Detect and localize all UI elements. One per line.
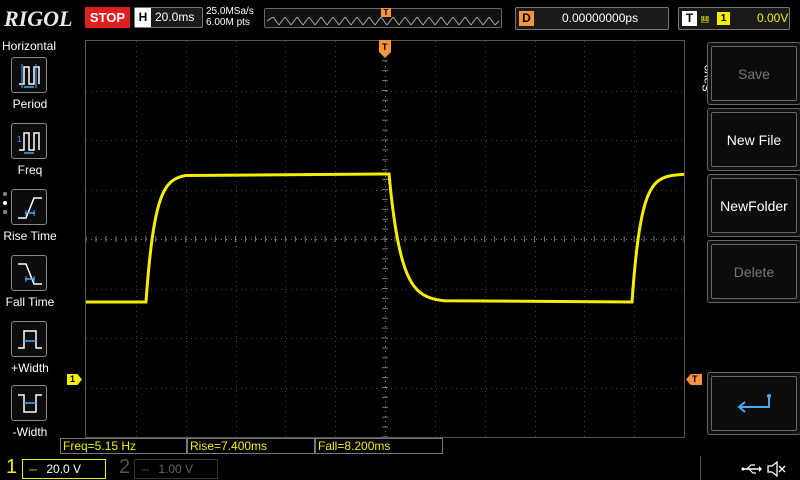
memory-waveform-preview — [267, 17, 499, 25]
measurement-freq[interactable]: Freq=5.15 Hz — [60, 438, 187, 454]
trigger-source: 1 — [717, 12, 730, 25]
sample-rate: 25.0MSa/s — [206, 6, 254, 17]
menu-item-rise-time[interactable]: Rise Time — [0, 189, 60, 251]
memory-overview-bar: T — [264, 8, 502, 28]
rising-edge-icon: ⩏ — [701, 10, 709, 26]
menu-item-fall-time[interactable]: Fall Time — [0, 255, 60, 317]
save-button-label: Save — [711, 46, 797, 101]
bottom-bar: 1 ⎓ 20.0 V 2 ⎓ 1.00 V — [0, 454, 800, 480]
rigol-logo: RIGOL — [4, 6, 73, 31]
channel-1-number: 1 — [6, 456, 18, 478]
menu-item-label: -Width — [12, 425, 48, 439]
delete-button-label: Delete — [711, 244, 797, 299]
period-icon — [11, 57, 47, 93]
graticule — [86, 41, 684, 437]
trigger-level-value: 0.00V — [757, 11, 789, 25]
new-folder-button-label: NewFolder — [711, 178, 797, 233]
right-menu: Save Save New File NewFolder Delete — [700, 37, 800, 454]
return-button[interactable] — [707, 372, 800, 435]
channel-1-scale: 20.0 V — [46, 462, 82, 476]
trigger-delay-display[interactable]: D 0.00000000ps — [515, 7, 669, 30]
channel-1-scale-box: ⎓ 20.0 V — [22, 459, 106, 479]
return-arrow-icon — [737, 394, 771, 413]
memory-trigger-marker: T — [381, 8, 391, 17]
channel-2-scale: 1.00 V — [158, 462, 194, 476]
memory-depth: 6.00M pts — [206, 17, 250, 28]
fall-time-icon — [11, 255, 47, 291]
delay-key: D — [519, 11, 534, 26]
left-menu: Horizontal Period 1 Freq Rise Time Fall … — [0, 37, 60, 454]
new-folder-button[interactable]: NewFolder — [707, 174, 800, 237]
trigger-display[interactable]: T ⩏ 1 0.00V — [678, 7, 790, 30]
top-bar: RIGOL STOP H 20.0ms 25.0MSa/s 6.00M pts T… — [0, 0, 800, 37]
menu-item-label: Period — [12, 97, 48, 111]
menu-item-label: +Width — [11, 361, 49, 375]
new-file-button[interactable]: New File — [707, 108, 800, 171]
horizontal-key: H — [135, 8, 151, 27]
acquisition-info: 25.0MSa/s 6.00M pts — [206, 6, 254, 28]
system-status — [700, 456, 800, 480]
timebase-value: 20.0ms — [155, 10, 195, 24]
measurement-bar: Freq=5.15 Hz Rise=7.400ms Fall=8.200ms — [60, 438, 700, 454]
menu-item-label: Freq — [17, 163, 43, 177]
run-stop-status[interactable]: STOP — [85, 7, 130, 28]
new-file-button-label: New File — [711, 112, 797, 167]
svg-text:1: 1 — [17, 135, 22, 144]
menu-item-label: Fall Time — [5, 295, 55, 309]
save-button[interactable]: Save — [707, 42, 800, 105]
trigger-position-marker[interactable]: T — [379, 40, 391, 58]
trigger-key: T — [682, 11, 697, 26]
rise-time-icon — [11, 189, 47, 225]
menu-item-period[interactable]: Period — [0, 57, 60, 119]
waveform-display[interactable] — [85, 40, 685, 438]
delay-value: 0.00000000ps — [562, 11, 639, 25]
positive-width-icon — [11, 321, 47, 357]
trigger-level-marker[interactable]: T — [686, 374, 702, 385]
negative-width-icon — [11, 385, 47, 421]
channel-2-scale-box: ⎓ 1.00 V — [134, 459, 218, 479]
menu-item-label: Rise Time — [3, 229, 57, 243]
channel-2-status[interactable]: 2 ⎓ 1.00 V — [112, 456, 220, 480]
timebase-display[interactable]: H 20.0ms — [134, 7, 203, 28]
menu-item-freq[interactable]: 1 Freq — [0, 123, 60, 185]
return-button-face — [711, 376, 797, 431]
left-menu-title: Horizontal — [2, 39, 57, 53]
dc-icon: ⎓ — [141, 465, 149, 476]
ch1-ground-marker[interactable]: 1 — [67, 374, 82, 385]
channel-2-number: 2 — [119, 456, 131, 478]
freq-icon: 1 — [11, 123, 47, 159]
menu-item-positive-width[interactable]: +Width — [0, 321, 60, 383]
channel-1-status[interactable]: 1 ⎓ 20.0 V — [0, 456, 108, 480]
svg-text:T: T — [382, 42, 388, 52]
delete-button[interactable]: Delete — [707, 240, 800, 303]
measurement-fall[interactable]: Fall=8.200ms — [315, 438, 443, 454]
usb-icon — [741, 464, 762, 474]
speaker-muted-icon — [767, 461, 786, 477]
menu-item-negative-width[interactable]: -Width — [0, 385, 60, 447]
measurement-rise[interactable]: Rise=7.400ms — [187, 438, 315, 454]
dc-icon: ⎓ — [29, 465, 37, 476]
